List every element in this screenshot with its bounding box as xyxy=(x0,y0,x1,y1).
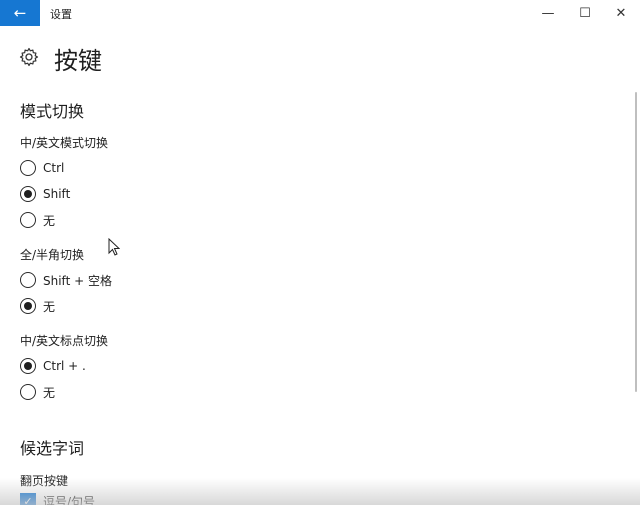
section-title-candidates: 候选字词 xyxy=(20,439,85,458)
close-icon: ✕ xyxy=(615,5,627,21)
bottom-fade xyxy=(0,478,640,505)
radio-label: 无 xyxy=(43,213,56,228)
radio-circle xyxy=(20,384,36,400)
minimize-button[interactable]: — xyxy=(530,0,566,26)
checkbox-label: 逗号/句号 xyxy=(43,494,96,505)
mouse-pointer-icon xyxy=(108,238,120,256)
maximize-icon: ☐ xyxy=(579,5,591,21)
radio-label: Ctrl xyxy=(43,161,65,175)
radio-circle xyxy=(20,160,36,176)
title-bar: ← 设置 — ☐ ✕ xyxy=(0,0,640,26)
close-button[interactable]: ✕ xyxy=(603,0,639,26)
radio-label: 无 xyxy=(43,299,56,314)
radio-circle-selected xyxy=(20,358,36,374)
radio-circle-selected xyxy=(20,298,36,314)
radio-label: Shift + 空格 xyxy=(43,273,112,288)
radio-cn-en-ctrl[interactable]: Ctrl xyxy=(20,159,64,177)
radio-circle xyxy=(20,212,36,228)
gear-icon xyxy=(19,47,39,67)
radio-cn-en-none[interactable]: 无 xyxy=(20,211,55,229)
minimize-icon: — xyxy=(541,5,555,21)
radio-full-half-none[interactable]: 无 xyxy=(20,297,55,315)
radio-circle-selected xyxy=(20,186,36,202)
checkmark-icon: ✓ xyxy=(20,493,36,505)
radio-punct-ctrl-dot[interactable]: Ctrl + . xyxy=(20,357,86,375)
radio-punct-none[interactable]: 无 xyxy=(20,383,55,401)
radio-label: Shift xyxy=(43,187,71,201)
scrollbar[interactable] xyxy=(635,92,637,392)
radio-label: Ctrl + . xyxy=(43,359,86,373)
group-label-paging: 翻页按键 xyxy=(20,474,69,488)
radio-label: 无 xyxy=(43,385,56,400)
group-label-punct: 中/英文标点切换 xyxy=(20,334,109,348)
back-button[interactable]: ← xyxy=(0,0,40,26)
radio-cn-en-shift[interactable]: Shift xyxy=(20,185,70,203)
radio-full-half-shift-space[interactable]: Shift + 空格 xyxy=(20,271,112,289)
maximize-button[interactable]: ☐ xyxy=(567,0,603,26)
section-title-mode-switch: 模式切换 xyxy=(20,102,85,121)
window-title: 设置 xyxy=(50,8,72,21)
back-arrow-icon: ← xyxy=(13,4,27,22)
radio-circle xyxy=(20,272,36,288)
page-title: 按键 xyxy=(54,47,102,75)
checkbox-paging-comma-period[interactable]: ✓ 逗号/句号 xyxy=(20,492,95,505)
group-label-full-half: 全/半角切换 xyxy=(20,248,85,262)
group-label-cn-en-mode: 中/英文模式切换 xyxy=(20,136,109,150)
